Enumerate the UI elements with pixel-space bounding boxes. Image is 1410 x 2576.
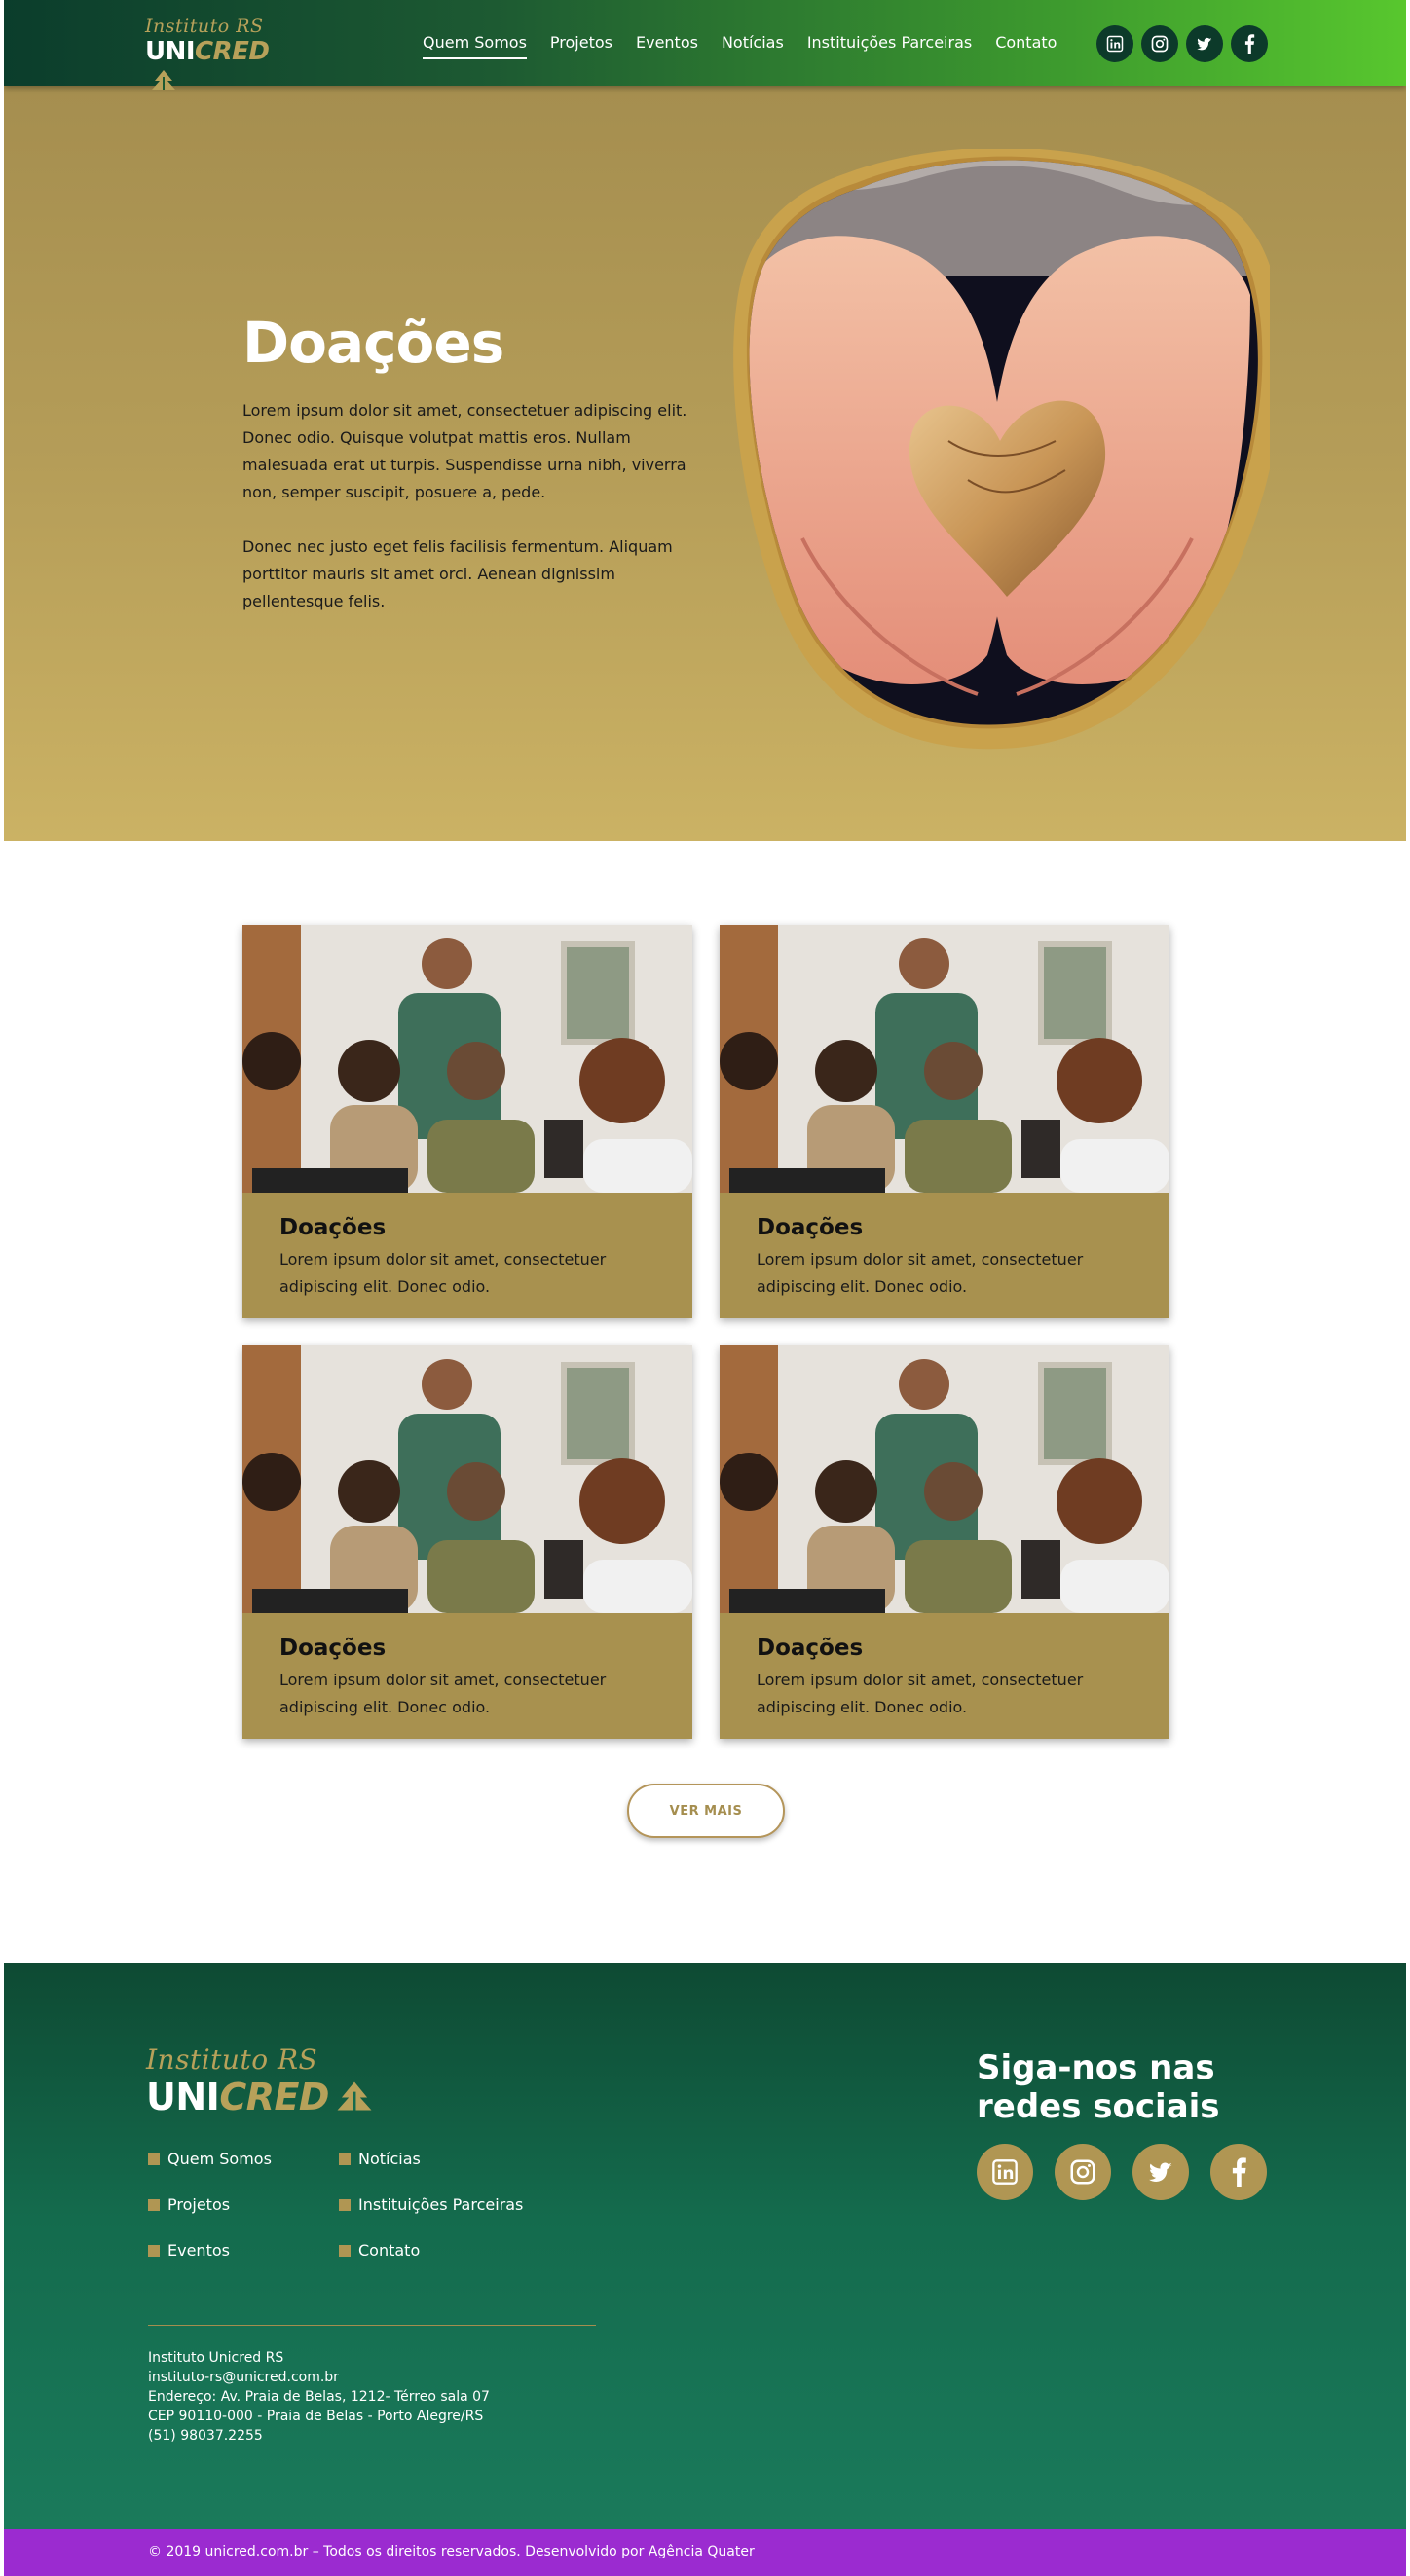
nav-eventos[interactable]: Eventos (636, 33, 698, 59)
footer-links: Quem Somos Notícias Projetos Instituiçõe… (148, 2150, 553, 2260)
linkedin-icon[interactable] (1096, 25, 1133, 62)
footer-link-quem-somos[interactable]: Quem Somos (148, 2150, 339, 2168)
site-header: Instituto RS UNICRED Quem Somos Projetos… (4, 0, 1406, 90)
bullet-icon (148, 2153, 160, 2165)
footer-logo-cred: CRED (219, 2076, 329, 2118)
footer-social-title: Siga-nos nas redes sociais (977, 2048, 1220, 2126)
facebook-icon[interactable] (1231, 25, 1268, 62)
card-description: Lorem ipsum dolor sit amet, consectetuer… (757, 1671, 1084, 1716)
logo-wordmark: UNICRED (145, 37, 291, 95)
hero-section: Doações Lorem ipsum dolor sit amet, cons… (4, 86, 1406, 841)
hero-title: Doações (242, 310, 504, 376)
card[interactable]: Doações Lorem ipsum dolor sit amet, cons… (720, 925, 1169, 1318)
footer-link-eventos[interactable]: Eventos (148, 2241, 339, 2260)
nav-quem-somos[interactable]: Quem Somos (423, 33, 527, 59)
twitter-icon[interactable] (1132, 2144, 1189, 2200)
copyright-bar: © 2019 unicred.com.br – Todos os direito… (4, 2529, 1406, 2576)
card-description: Lorem ipsum dolor sit amet, consectetuer… (279, 1250, 607, 1296)
footer-logo[interactable]: Instituto RS UNICRED (146, 2044, 376, 2118)
hero-text: Lorem ipsum dolor sit amet, consectetuer… (242, 397, 690, 643)
instagram-icon[interactable] (1055, 2144, 1111, 2200)
footer-link-label: Instituições Parceiras (358, 2195, 524, 2214)
logo-tree-icon (152, 70, 175, 90)
card-photo (720, 1345, 1169, 1613)
logo-script-text: Instituto RS (145, 16, 264, 37)
footer-link-label: Projetos (167, 2195, 231, 2214)
site-footer: Instituto RS UNICRED Quem Somos Notícias… (4, 1963, 1406, 2529)
footer-link-contato[interactable]: Contato (339, 2241, 553, 2260)
bullet-icon (339, 2244, 351, 2257)
twitter-icon[interactable] (1186, 25, 1223, 62)
footer-logo-uni: UNI (146, 2076, 220, 2118)
facebook-icon[interactable] (1210, 2144, 1267, 2200)
footer-divider (148, 2325, 596, 2326)
footer-social-links (977, 2144, 1267, 2200)
footer-logo-tree-icon (337, 2081, 372, 2111)
contact-email[interactable]: instituto-rs@unicred.com.br (148, 2368, 490, 2387)
card-title: Doações (757, 1215, 864, 1240)
card[interactable]: Doações Lorem ipsum dolor sit amet, cons… (242, 1345, 692, 1739)
nav-contato[interactable]: Contato (995, 33, 1057, 59)
footer-link-projetos[interactable]: Projetos (148, 2195, 339, 2214)
contact-org-name: Instituto Unicred RS (148, 2350, 284, 2366)
footer-logo-script: Instituto RS (146, 2043, 318, 2076)
nav-noticias[interactable]: Notícias (722, 33, 784, 59)
nav-instituicoes-parceiras[interactable]: Instituições Parceiras (807, 33, 972, 59)
footer-logo-wordmark: UNICRED (146, 2076, 376, 2118)
bullet-icon (339, 2153, 351, 2165)
copyright-text: © 2019 unicred.com.br – Todos os direito… (148, 2544, 755, 2559)
main-nav: Quem Somos Projetos Eventos Notícias Ins… (423, 33, 1057, 59)
unicred-logo[interactable]: Instituto RS UNICRED (145, 16, 291, 90)
footer-link-noticias[interactable]: Notícias (339, 2150, 553, 2168)
contact-cep: CEP 90110-000 - Praia de Belas - Porto A… (148, 2409, 484, 2424)
footer-link-label: Contato (358, 2241, 421, 2260)
footer-contact-info: Instituto Unicred RS instituto-rs@unicre… (148, 2348, 490, 2446)
card[interactable]: Doações Lorem ipsum dolor sit amet, cons… (720, 1345, 1169, 1739)
linkedin-icon[interactable] (977, 2144, 1033, 2200)
hero-paragraph-1: Lorem ipsum dolor sit amet, consectetuer… (242, 401, 687, 501)
footer-link-label: Quem Somos (167, 2150, 272, 2168)
card-description: Lorem ipsum dolor sit amet, consectetuer… (757, 1250, 1084, 1296)
hero-image-hands-heart (733, 149, 1270, 750)
footer-link-label: Eventos (167, 2241, 230, 2260)
card-description: Lorem ipsum dolor sit amet, consectetuer… (279, 1671, 607, 1716)
bullet-icon (148, 2198, 160, 2211)
card-photo (720, 925, 1169, 1193)
card-title: Doações (757, 1636, 864, 1661)
bullet-icon (339, 2198, 351, 2211)
logo-uni: UNI (145, 37, 196, 66)
instagram-icon[interactable] (1141, 25, 1178, 62)
logo-cred: CRED (195, 37, 270, 66)
contact-phone: (51) 98037.2255 (148, 2428, 263, 2444)
footer-link-instituicoes-parceiras[interactable]: Instituições Parceiras (339, 2195, 553, 2214)
bullet-icon (148, 2244, 160, 2257)
contact-address: Endereço: Av. Praia de Belas, 1212- Térr… (148, 2389, 490, 2405)
card[interactable]: Doações Lorem ipsum dolor sit amet, cons… (242, 925, 692, 1318)
header-social-links (1096, 25, 1268, 62)
card-photo (242, 925, 692, 1193)
card-title: Doações (279, 1215, 387, 1240)
footer-link-label: Notícias (358, 2150, 421, 2168)
card-title: Doações (279, 1636, 387, 1661)
ver-mais-button[interactable]: VER MAIS (627, 1784, 785, 1838)
card-photo (242, 1345, 692, 1613)
page: Instituto RS UNICRED Quem Somos Projetos… (4, 0, 1406, 2576)
nav-projetos[interactable]: Projetos (550, 33, 612, 59)
hero-paragraph-2: Donec nec justo eget felis facilisis fer… (242, 537, 673, 610)
